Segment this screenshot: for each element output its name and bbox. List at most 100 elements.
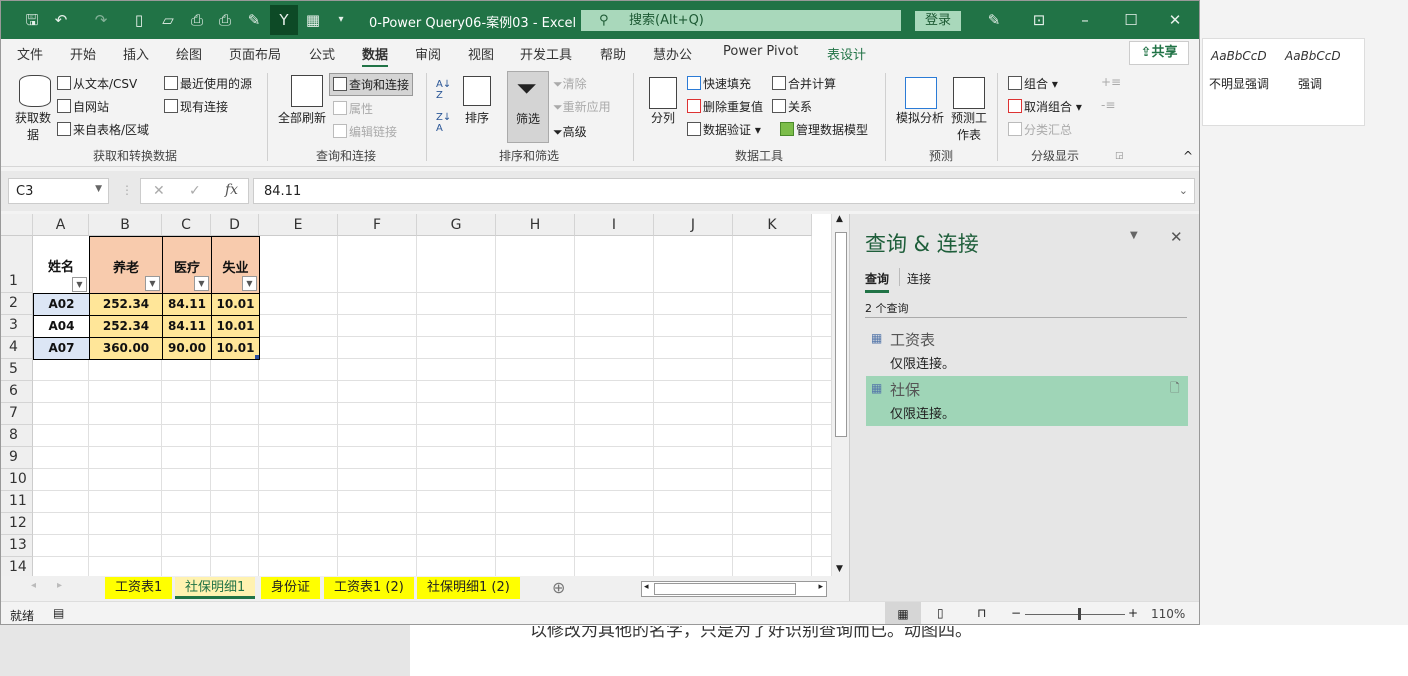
customize-qat-icon[interactable]: ▾ xyxy=(331,10,351,30)
ungroup-button[interactable]: 取消组合 ▾ xyxy=(1008,98,1082,115)
tab-queries[interactable]: 查询 xyxy=(865,270,890,293)
from-text-csv-button[interactable]: 从文本/CSV xyxy=(57,75,137,92)
forecast-sheet-button[interactable]: 预测工作表 xyxy=(951,109,987,143)
column-header[interactable]: F xyxy=(338,214,417,236)
share-button[interactable]: ⇪共享 xyxy=(1129,41,1189,65)
form-icon[interactable]: ▦ xyxy=(303,10,323,30)
row-header[interactable]: 13 xyxy=(1,535,33,557)
tab-huibangong[interactable]: 慧办公 xyxy=(653,44,692,63)
from-table-button[interactable]: 来自表格/区域 xyxy=(57,121,149,138)
close-pane-icon[interactable]: ✕ xyxy=(1170,228,1183,246)
row-header[interactable]: 1 xyxy=(1,236,33,293)
column-header[interactable]: E xyxy=(259,214,338,236)
filter-dropdown-icon[interactable]: ▼ xyxy=(242,276,257,291)
column-header[interactable]: C xyxy=(162,214,211,236)
scroll-left-icon[interactable]: ◂ xyxy=(644,582,649,592)
sort-desc-icon[interactable]: Z↓ A xyxy=(436,112,451,134)
column-header[interactable]: J xyxy=(654,214,733,236)
tab-table-design[interactable]: 表设计 xyxy=(827,44,866,63)
tab-draw[interactable]: 绘图 xyxy=(176,44,202,63)
row-header[interactable]: 7 xyxy=(1,403,33,425)
zoom-in-icon[interactable]: + xyxy=(1128,606,1138,620)
group-button[interactable]: 组合 ▾ xyxy=(1008,75,1058,92)
advanced-button[interactable]: ⏷高级 xyxy=(553,123,587,140)
hide-detail-icon[interactable]: -≡ xyxy=(1101,98,1115,112)
row-header[interactable]: 2 xyxy=(1,293,33,315)
tab-power-pivot[interactable]: Power Pivot xyxy=(723,44,798,59)
flash-fill-button[interactable]: 快速填充 xyxy=(687,75,751,92)
sheet-tab[interactable]: 工资表1 xyxy=(105,577,173,599)
column-header[interactable]: B xyxy=(89,214,162,236)
row-header[interactable]: 14 xyxy=(1,557,33,576)
edit-links-button[interactable]: 编辑链接 xyxy=(333,123,397,140)
zoom-out-icon[interactable]: − xyxy=(1011,606,1021,620)
tab-connections[interactable]: 连接 xyxy=(907,270,931,287)
pane-options-icon[interactable]: ▼ xyxy=(1130,230,1138,241)
filter-dropdown-icon[interactable]: ▼ xyxy=(194,276,209,291)
column-header[interactable]: I xyxy=(575,214,654,236)
manage-data-model-button[interactable]: 管理数据模型 xyxy=(780,121,868,138)
add-sheet-icon[interactable]: ⊕ xyxy=(552,578,565,597)
tab-formulas[interactable]: 公式 xyxy=(309,44,335,63)
sheet-tab[interactable]: 身份证 xyxy=(261,577,321,599)
row-header[interactable]: 9 xyxy=(1,447,33,469)
row-header[interactable]: 5 xyxy=(1,359,33,381)
table-cell[interactable]: 10.01 xyxy=(211,293,260,316)
data-validation-button[interactable]: 数据验证 ▾ xyxy=(687,121,761,138)
row-header[interactable]: 3 xyxy=(1,315,33,337)
search-box[interactable]: ⚲ 搜索(Alt+Q) xyxy=(581,10,901,31)
table-cell[interactable]: A04 xyxy=(33,315,90,338)
refresh-file-icon[interactable]: 🗋 xyxy=(1170,379,1180,400)
next-sheet-icon[interactable]: ▸ xyxy=(57,580,62,591)
close-icon[interactable]: ✕ xyxy=(1165,10,1185,30)
table-header-cell[interactable]: 养老 ▼ xyxy=(89,236,163,294)
table-cell[interactable]: 10.01 xyxy=(211,337,260,360)
row-header[interactable]: 6 xyxy=(1,381,33,403)
expand-formula-icon[interactable]: ⌄ xyxy=(1179,184,1188,197)
column-header[interactable]: G xyxy=(417,214,496,236)
tab-home[interactable]: 开始 xyxy=(70,44,96,63)
clear-button[interactable]: ⏷清除 xyxy=(553,75,587,92)
chevron-down-icon[interactable]: ▼ xyxy=(95,184,102,194)
scroll-right-icon[interactable]: ▸ xyxy=(818,582,823,592)
undo-icon[interactable]: ↶ xyxy=(51,10,71,30)
print-preview-icon[interactable]: ⎙ xyxy=(187,10,207,30)
cancel-icon[interactable]: ✕ xyxy=(153,183,165,199)
name-box[interactable]: C3 ▼ xyxy=(8,178,109,204)
query-item-selected[interactable]: ▦ 社保 仅限连接。 🗋 xyxy=(866,376,1188,426)
tab-help[interactable]: 帮助 xyxy=(600,44,626,63)
normal-view-icon[interactable]: ▦ xyxy=(885,602,921,624)
column-header[interactable]: K xyxy=(733,214,812,236)
open-icon[interactable]: ▱ xyxy=(158,10,178,30)
filter-dropdown-icon[interactable]: ▼ xyxy=(72,277,87,292)
drag-handle-icon[interactable]: ⋮ xyxy=(121,183,133,197)
pen-icon[interactable]: ✎ xyxy=(984,10,1004,30)
table-header-cell[interactable]: 失业 ▼ xyxy=(211,236,260,294)
tab-data[interactable]: 数据 xyxy=(362,44,389,68)
formula-input[interactable]: 84.11 ⌄ xyxy=(253,178,1195,204)
table-cell[interactable]: 90.00 xyxy=(162,337,212,360)
prev-sheet-icon[interactable]: ◂ xyxy=(31,580,36,591)
column-header[interactable]: D xyxy=(211,214,259,236)
tab-view[interactable]: 视图 xyxy=(468,44,494,63)
sort-button[interactable]: 排序 xyxy=(465,109,489,126)
sort-asc-icon[interactable]: A↓ Z xyxy=(436,79,451,101)
subtotal-button[interactable]: 分类汇总 xyxy=(1008,121,1072,138)
refresh-all-button[interactable]: 全部刷新 xyxy=(278,109,326,126)
redo-icon[interactable]: ↷ xyxy=(91,10,111,30)
table-cell[interactable]: 84.11 xyxy=(162,315,212,338)
zoom-slider[interactable] xyxy=(1025,614,1125,615)
page-layout-view-icon[interactable]: ▯ xyxy=(937,606,944,620)
table-cell[interactable]: 360.00 xyxy=(89,337,163,360)
ribbon-display-icon[interactable]: ⊡ xyxy=(1029,10,1049,30)
sheet-tab[interactable]: 工资表1 (2) xyxy=(324,577,414,599)
filter-dropdown-icon[interactable]: ▼ xyxy=(145,276,160,291)
scroll-thumb[interactable] xyxy=(835,232,847,437)
zoom-slider-thumb[interactable] xyxy=(1078,608,1081,620)
table-cell[interactable]: 10.01 xyxy=(211,315,260,338)
tab-insert[interactable]: 插入 xyxy=(123,44,149,63)
get-data-button[interactable]: 获取数据 xyxy=(13,109,53,143)
column-header[interactable]: H xyxy=(496,214,575,236)
save-icon[interactable]: 🖫 xyxy=(22,10,42,30)
table-cell[interactable]: A07 xyxy=(33,337,90,360)
